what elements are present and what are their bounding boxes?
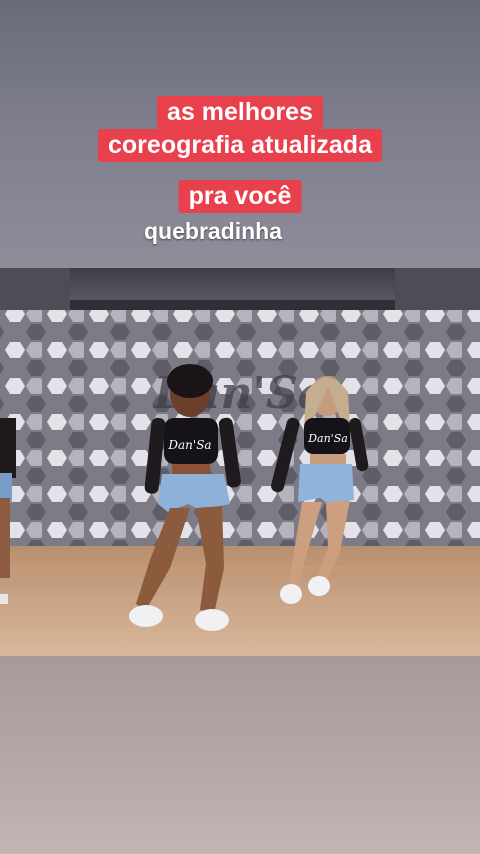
caption-line-2: coreografia atualizada bbox=[98, 129, 382, 162]
caption-plain: quebradinha bbox=[144, 218, 283, 244]
caption-line-1: as melhores bbox=[157, 96, 323, 129]
bottom-blank-area bbox=[0, 656, 480, 854]
video-frame[interactable]: Dan'Sa Dan'Sa Dan'Sa bbox=[0, 268, 480, 656]
svg-text:Dan'Sa: Dan'Sa bbox=[307, 432, 348, 445]
dance-video-scene: Dan'Sa Dan'Sa Dan'Sa bbox=[0, 268, 480, 656]
caption-line-3: pra você bbox=[178, 180, 302, 213]
svg-text:Dan'Sa: Dan'Sa bbox=[167, 438, 211, 452]
caption-area: as melhores coreografia atualizada pra v… bbox=[0, 0, 480, 268]
